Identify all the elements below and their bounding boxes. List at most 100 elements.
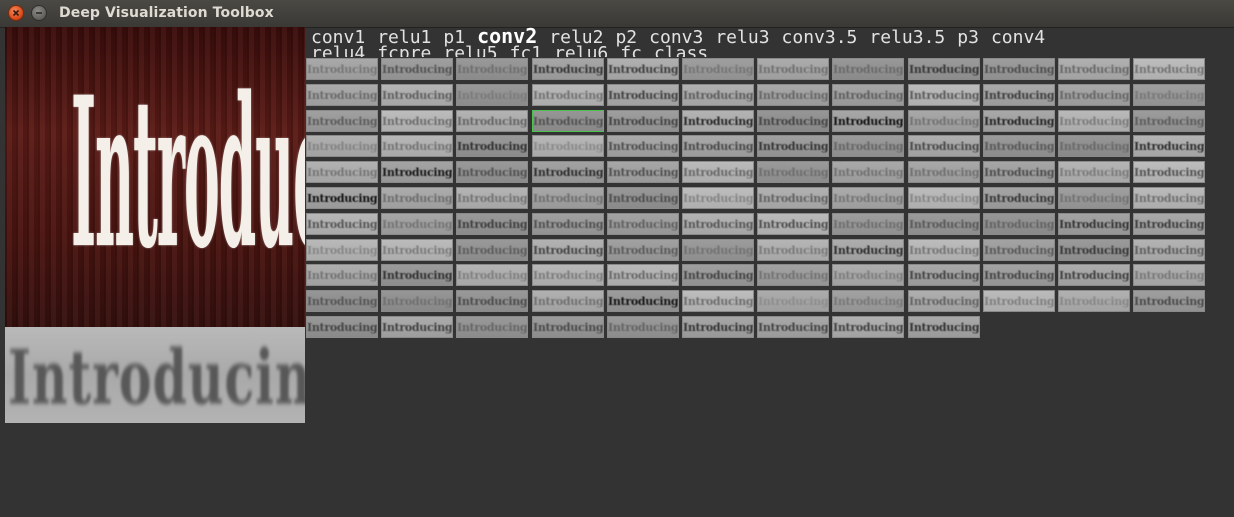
minimize-button[interactable] (31, 5, 47, 21)
activation-tile[interactable]: Introducing (908, 213, 980, 235)
activation-tile[interactable]: Introducing (832, 58, 904, 80)
activation-tile[interactable]: Introducing (757, 264, 829, 286)
activation-tile[interactable]: Introducing (757, 290, 829, 312)
activation-tile[interactable]: Introducing (456, 290, 528, 312)
activation-tile[interactable]: Introducing (757, 135, 829, 157)
activation-tile[interactable]: Introducing (381, 239, 453, 261)
activation-tile[interactable]: Introducing (832, 316, 904, 338)
layer-class[interactable]: class (654, 45, 708, 58)
activation-tile[interactable]: Introducing (456, 84, 528, 106)
activation-tile[interactable]: Introducing (832, 187, 904, 209)
activation-tile[interactable]: Introducing (682, 213, 754, 235)
activation-tile[interactable]: Introducing (306, 264, 378, 286)
activation-tile[interactable]: Introducing (1133, 135, 1205, 157)
activation-tile[interactable]: Introducing (1058, 264, 1130, 286)
activation-tile[interactable]: Introducing (532, 290, 604, 312)
activation-tile[interactable]: Introducing (908, 239, 980, 261)
activation-tile[interactable]: Introducing (908, 58, 980, 80)
activation-tile[interactable]: Introducing (1058, 213, 1130, 235)
activation-tile[interactable]: Introducing (983, 239, 1055, 261)
activation-tile[interactable]: Introducing (983, 110, 1055, 132)
activation-tile[interactable]: Introducing (908, 161, 980, 183)
activation-tile[interactable]: Introducing (306, 110, 378, 132)
activation-tile[interactable]: Introducing (456, 213, 528, 235)
activation-tile[interactable]: Introducing (983, 187, 1055, 209)
activation-tile[interactable]: Introducing (682, 58, 754, 80)
activation-tile[interactable]: Introducing (983, 213, 1055, 235)
activation-tile[interactable]: Introducing (381, 110, 453, 132)
close-button[interactable] (8, 5, 24, 21)
activation-tile[interactable]: Introducing (908, 135, 980, 157)
activation-tile[interactable]: Introducing (757, 213, 829, 235)
activation-tile[interactable]: Introducing (306, 84, 378, 106)
activation-tile[interactable]: Introducing (381, 290, 453, 312)
activation-tile[interactable]: Introducing (1133, 290, 1205, 312)
activation-tile[interactable]: Introducing (381, 135, 453, 157)
activation-tile[interactable]: Introducing (306, 135, 378, 157)
activation-tile[interactable]: Introducing (908, 84, 980, 106)
layer-relu3-5[interactable]: relu3.5 (869, 29, 945, 47)
activation-tile[interactable]: Introducing (1133, 239, 1205, 261)
activation-tile[interactable]: Introducing (983, 135, 1055, 157)
activation-tile[interactable]: Introducing (381, 264, 453, 286)
activation-tile[interactable]: Introducing (532, 187, 604, 209)
activation-tile[interactable]: Introducing (682, 290, 754, 312)
activation-tile[interactable]: Introducing (682, 110, 754, 132)
activation-tile[interactable]: Introducing (607, 58, 679, 80)
activation-tile[interactable]: Introducing (456, 110, 528, 132)
activation-tile[interactable]: Introducing (456, 239, 528, 261)
activation-tile[interactable]: Introducing (1058, 161, 1130, 183)
activation-tile[interactable]: Introducing (757, 316, 829, 338)
activation-tile[interactable]: Introducing (532, 316, 604, 338)
layer-p3[interactable]: p3 (957, 29, 979, 47)
activation-tile[interactable]: Introducing (306, 161, 378, 183)
activation-tile[interactable]: Introducing (832, 161, 904, 183)
activation-tile[interactable]: Introducing (1058, 110, 1130, 132)
activation-tile[interactable]: Introducing (456, 135, 528, 157)
activation-tile[interactable]: Introducing (983, 161, 1055, 183)
activation-tile[interactable]: Introducing (381, 213, 453, 235)
activation-tile[interactable]: Introducing (306, 316, 378, 338)
activation-tile[interactable]: Introducing (1133, 264, 1205, 286)
activation-tile[interactable]: Introducing (532, 110, 604, 132)
activation-tile[interactable]: Introducing (832, 110, 904, 132)
activation-tile[interactable]: Introducing (607, 110, 679, 132)
activation-tile[interactable]: Introducing (456, 316, 528, 338)
layer-relu5[interactable]: relu5 (443, 45, 497, 58)
activation-tile[interactable]: Introducing (1058, 58, 1130, 80)
activation-tile[interactable]: Introducing (1058, 135, 1130, 157)
layer-relu6[interactable]: relu6 (554, 45, 608, 58)
activation-tile[interactable]: Introducing (1058, 84, 1130, 106)
activation-tile[interactable]: Introducing (1133, 213, 1205, 235)
activation-tile[interactable]: Introducing (607, 316, 679, 338)
activation-tile[interactable]: Introducing (983, 84, 1055, 106)
activation-tile[interactable]: Introducing (682, 161, 754, 183)
activation-tile[interactable]: Introducing (1133, 187, 1205, 209)
activation-tile[interactable]: Introducing (908, 110, 980, 132)
activation-tile[interactable]: Introducing (757, 58, 829, 80)
activation-tile[interactable]: Introducing (532, 239, 604, 261)
activation-tile[interactable]: Introducing (306, 239, 378, 261)
activation-tile[interactable]: Introducing (532, 213, 604, 235)
activation-tile[interactable]: Introducing (757, 84, 829, 106)
activation-tile[interactable]: Introducing (682, 84, 754, 106)
activation-tile[interactable]: Introducing (306, 290, 378, 312)
activation-tile[interactable]: Introducing (682, 187, 754, 209)
activation-tile[interactable]: Introducing (832, 84, 904, 106)
activation-tile[interactable]: Introducing (456, 187, 528, 209)
activation-tile[interactable]: Introducing (306, 213, 378, 235)
activation-tile[interactable]: Introducing (381, 84, 453, 106)
activation-tile[interactable]: Introducing (832, 239, 904, 261)
activation-tile[interactable]: Introducing (757, 161, 829, 183)
layer-fcpre[interactable]: fcpre (377, 45, 431, 58)
activation-tile[interactable]: Introducing (832, 213, 904, 235)
layer-conv4[interactable]: conv4 (991, 29, 1045, 47)
layer-relu3[interactable]: relu3 (715, 29, 769, 47)
activation-tile[interactable]: Introducing (983, 290, 1055, 312)
activation-tile[interactable]: Introducing (381, 58, 453, 80)
activation-tile[interactable]: Introducing (532, 84, 604, 106)
activation-tile[interactable]: Introducing (607, 213, 679, 235)
activation-tile[interactable]: Introducing (607, 161, 679, 183)
activation-tile[interactable]: Introducing (983, 58, 1055, 80)
activation-tile[interactable]: Introducing (306, 187, 378, 209)
